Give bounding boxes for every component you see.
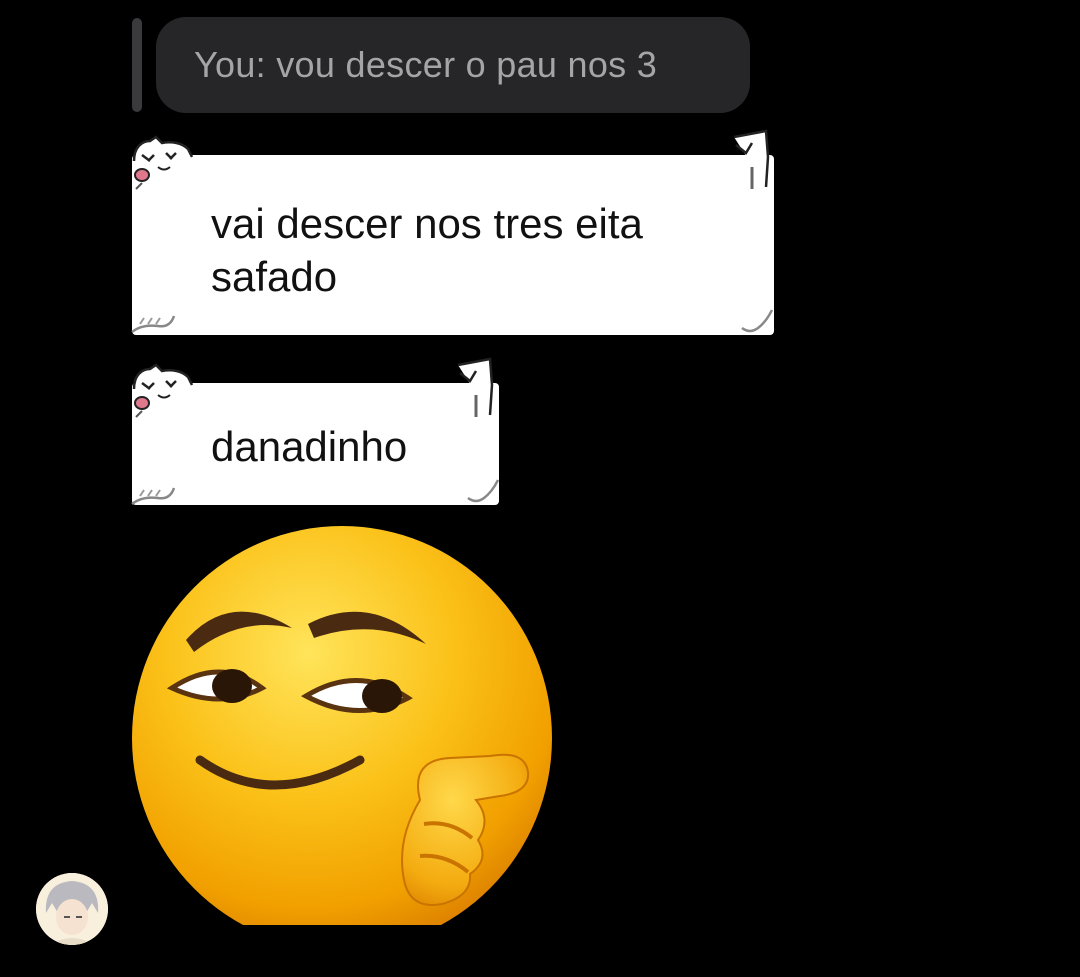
smirking-face-pointing-emoji-icon[interactable] (120, 520, 560, 925)
corner-curl-decoration-icon (467, 479, 500, 503)
corner-curl-decoration-icon (741, 309, 774, 333)
scroll-curl-decoration-icon (733, 129, 770, 189)
cat-face-decoration-icon (132, 363, 194, 418)
scroll-curl-decoration-icon (457, 357, 494, 417)
sender-avatar[interactable] (36, 873, 108, 945)
cat-face-decoration-icon (132, 135, 194, 190)
message-text-line: danadinho (211, 423, 408, 470)
paw-decoration-icon (131, 487, 176, 506)
message-text-line: vai descer nos tres eita (211, 200, 643, 247)
reply-preview-text: You: vou descer o pau nos 3 (194, 44, 658, 85)
reply-indicator-bar (132, 18, 142, 112)
chat-thread: You: vou descer o pau nos 3 vai descer n… (0, 0, 1080, 977)
message-bubble[interactable]: vai descer nos tres eita safado (132, 155, 774, 335)
paw-decoration-icon (131, 315, 176, 334)
message-text-line: safado (211, 253, 338, 300)
reply-preview[interactable]: You: vou descer o pau nos 3 (156, 17, 750, 113)
anime-profile-avatar-icon (36, 873, 108, 945)
